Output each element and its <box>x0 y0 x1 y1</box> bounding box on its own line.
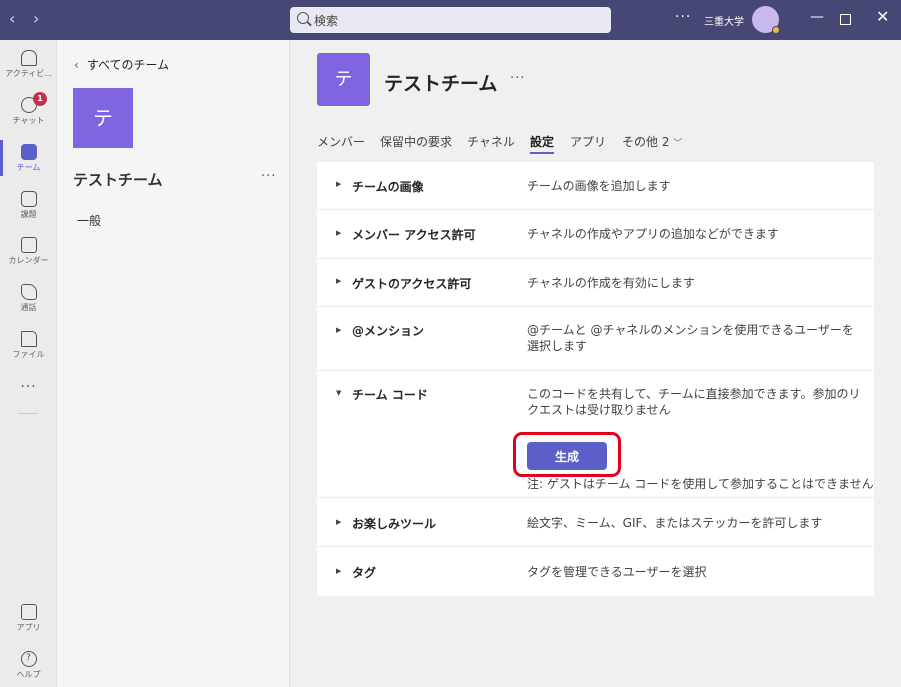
maximize-icon[interactable] <box>840 14 851 25</box>
rail-item-calls[interactable]: 通話 <box>0 284 57 313</box>
setting-team-code: ▼ チーム コード このコードを共有して、チームに直接参加できます。参加のリクエ… <box>317 371 874 498</box>
setting-tags[interactable]: ▶ タグ タグを管理できるユーザーを選択 <box>317 547 874 596</box>
caret-right-icon: ▶ <box>336 567 342 575</box>
caret-down-icon[interactable]: ▼ <box>336 389 341 397</box>
bell-icon <box>20 50 37 66</box>
tab-members[interactable]: メンバー <box>317 133 365 150</box>
setting-label: @メンション <box>352 324 425 338</box>
search-icon <box>297 12 309 24</box>
caret-right-icon: ▶ <box>336 326 342 334</box>
minimize-icon[interactable]: — <box>810 9 824 25</box>
main-content: テ テストチーム ··· メンバー 保留中の要求 チャネル 設定 アプリ その他… <box>290 40 901 687</box>
rail-item-label: チャット <box>12 116 45 125</box>
all-teams-link[interactable]: ‹ すべてのチーム <box>74 56 169 73</box>
rail-item-chat[interactable]: 1 チャット <box>0 92 57 126</box>
setting-description: このコードを共有して、チームに直接参加できます。参加のリクエストは受け取りません <box>527 387 861 417</box>
phone-icon <box>20 284 37 300</box>
more-apps-icon[interactable]: ··· <box>0 379 57 395</box>
caret-right-icon: ▶ <box>336 180 342 188</box>
setting-label: チームの画像 <box>352 180 424 194</box>
unread-badge: 1 <box>33 92 47 106</box>
search-placeholder: 検索 <box>314 14 339 28</box>
org-name[interactable]: 三重大学 <box>704 13 744 28</box>
team-sidebar: ‹ すべてのチーム テ テストチーム ··· 一般 <box>57 40 290 687</box>
caret-right-icon: ▶ <box>336 277 342 285</box>
team-more-icon[interactable]: ··· <box>261 169 276 184</box>
tab-more-label: その他 2 <box>622 135 670 149</box>
assignments-icon <box>20 191 37 207</box>
setting-label: ゲストのアクセス許可 <box>352 277 472 291</box>
divider <box>18 413 38 414</box>
tab-more[interactable]: その他 2 ﹀ <box>622 133 682 150</box>
tab-pending-requests[interactable]: 保留中の要求 <box>380 133 452 150</box>
channel-item-general[interactable]: 一般 <box>77 212 101 229</box>
setting-description: チャネルの作成やアプリの追加などができます <box>527 227 779 241</box>
rail-item-label: ファイル <box>12 350 45 359</box>
team-options-icon[interactable]: ··· <box>510 71 525 86</box>
help-icon: ? <box>20 651 37 667</box>
caret-right-icon: ▶ <box>336 229 342 237</box>
setting-label: お楽しみツール <box>352 517 437 531</box>
setting-team-picture[interactable]: ▶ チームの画像 チームの画像を追加します <box>317 162 874 210</box>
forward-arrow-icon[interactable]: › <box>33 9 39 28</box>
rail-item-calendar[interactable]: カレンダー <box>0 237 57 266</box>
all-teams-label: すべてのチーム <box>86 58 170 72</box>
tab-settings[interactable]: 設定 <box>530 133 555 154</box>
setting-description: @チームと @チャネルのメンションを使用できるユーザーを選択します <box>527 323 854 353</box>
setting-fun-stuff[interactable]: ▶ お楽しみツール 絵文字、ミーム、GIF、またはステッカーを許可します <box>317 498 874 547</box>
search-input[interactable]: 検索 <box>290 7 611 33</box>
rail-item-apps[interactable]: アプリ <box>0 604 57 633</box>
user-avatar[interactable] <box>752 6 780 34</box>
setting-description: 絵文字、ミーム、GIF、またはステッカーを許可します <box>527 516 823 530</box>
setting-label[interactable]: チーム コード <box>352 386 428 403</box>
rail-item-label: アプリ <box>16 623 41 632</box>
teams-icon <box>20 144 37 160</box>
rail-item-assignments[interactable]: 課題 <box>0 191 57 220</box>
page-title: テストチーム <box>384 73 498 95</box>
caret-right-icon: ▶ <box>336 518 342 526</box>
setting-description: タグを管理できるユーザーを選択 <box>527 565 707 579</box>
setting-description: チャネルの作成を有効にします <box>527 276 695 290</box>
apps-icon <box>20 604 37 620</box>
title-bar: ‹ › 検索 ··· 三重大学 — ✕ <box>0 0 901 40</box>
rail-item-label: チーム <box>16 163 41 172</box>
rail-item-label: カレンダー <box>8 256 49 265</box>
rail-item-label: アクティビ... <box>5 69 52 78</box>
status-away-icon <box>772 26 780 34</box>
rail-item-label: 通話 <box>20 303 37 312</box>
setting-mentions[interactable]: ▶ @メンション @チームと @チャネルのメンションを使用できるユーザーを選択し… <box>317 307 874 371</box>
close-icon[interactable]: ✕ <box>876 7 889 26</box>
team-avatar: テ <box>73 88 133 148</box>
setting-member-permissions[interactable]: ▶ メンバー アクセス許可 チャネルの作成やアプリの追加などができます <box>317 210 874 259</box>
rail-item-label: ヘルプ <box>16 670 41 679</box>
setting-label: メンバー アクセス許可 <box>352 228 476 242</box>
setting-guest-permissions[interactable]: ▶ ゲストのアクセス許可 チャネルの作成を有効にします <box>317 259 874 307</box>
back-arrow-icon[interactable]: ‹ <box>9 9 15 28</box>
setting-description: チームの画像を追加します <box>527 179 671 193</box>
highlight-annotation <box>513 432 621 477</box>
tab-channels[interactable]: チャネル <box>467 133 515 150</box>
tab-apps[interactable]: アプリ <box>570 133 606 150</box>
calendar-icon <box>20 237 37 253</box>
settings-panel: ▶ チームの画像 チームの画像を追加します ▶ メンバー アクセス許可 チャネル… <box>317 162 874 596</box>
rail-item-activity[interactable]: アクティビ... <box>0 50 57 79</box>
team-code-note: 注: ゲストはチーム コードを使用して参加することはできません <box>527 477 874 491</box>
team-name[interactable]: テストチーム <box>73 169 163 190</box>
rail-item-help[interactable]: ? ヘルプ <box>0 651 57 680</box>
more-options-icon[interactable]: ··· <box>675 9 691 25</box>
app-rail: アクティビ... 1 チャット チーム 課題 カレンダー 通話 ファイル ···… <box>0 40 57 687</box>
file-icon <box>20 331 37 347</box>
rail-item-label: 課題 <box>20 210 37 219</box>
team-avatar-large: テ <box>317 53 370 106</box>
rail-item-files[interactable]: ファイル <box>0 331 57 360</box>
chevron-left-icon: ‹ <box>74 58 79 72</box>
rail-item-teams[interactable]: チーム <box>0 144 57 173</box>
chevron-down-icon: ﹀ <box>673 139 683 149</box>
setting-label: タグ <box>352 566 377 580</box>
